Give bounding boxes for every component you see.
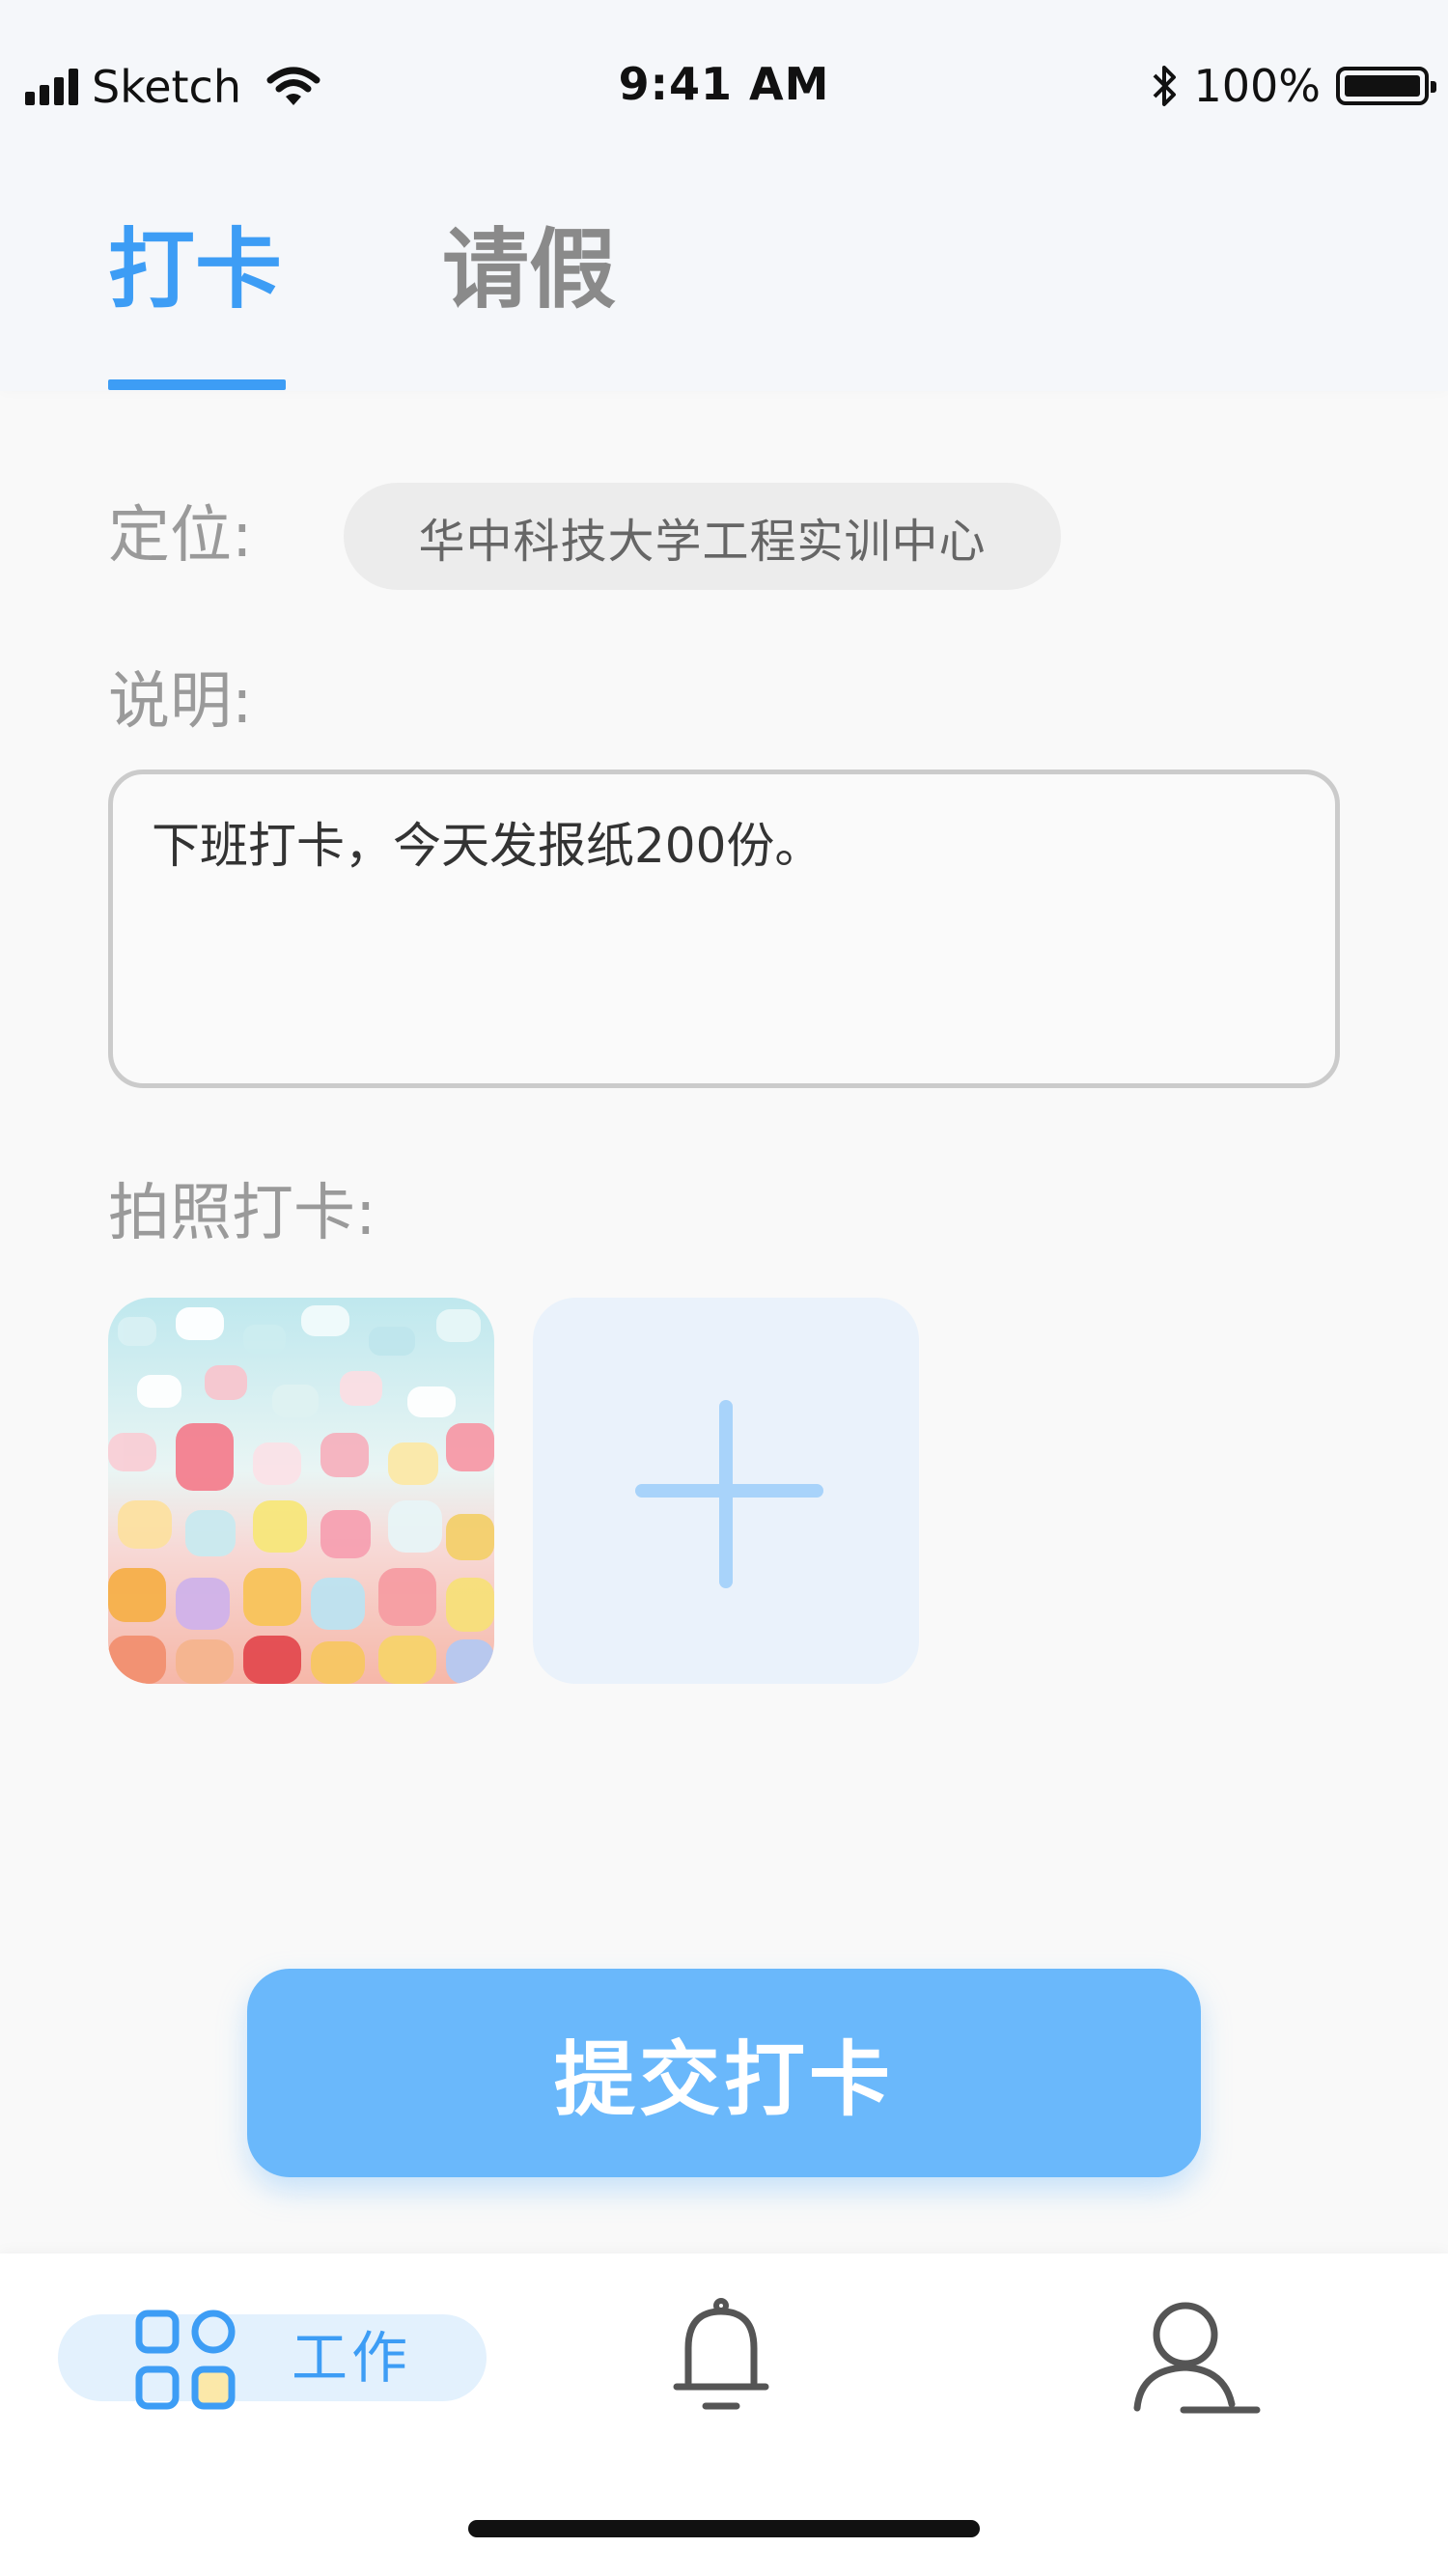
tab-leave[interactable]: 请假	[442, 212, 616, 328]
note-label: 说明:	[108, 666, 253, 738]
submit-clock-in-button[interactable]: 提交打卡	[247, 1969, 1201, 2177]
note-textarea[interactable]: 下班打卡，今天发报纸200份。	[108, 770, 1340, 1088]
battery-percent: 100%	[1193, 60, 1321, 112]
tab-work[interactable]	[58, 2314, 487, 2401]
active-tab-indicator	[108, 379, 286, 390]
tab-clock-in[interactable]: 打卡	[108, 212, 282, 328]
add-photo-button[interactable]	[533, 1298, 919, 1684]
user-icon[interactable]	[1131, 2300, 1267, 2418]
location-label: 定位:	[108, 500, 253, 572]
status-right: 100%	[1151, 58, 1436, 114]
tab-work-label: 工作	[292, 2325, 412, 2391]
bell-icon[interactable]	[671, 2298, 771, 2416]
photo-thumbnail[interactable]	[108, 1298, 494, 1684]
home-indicator	[468, 2520, 980, 2537]
battery-icon	[1336, 67, 1436, 105]
bluetooth-icon	[1154, 66, 1177, 106]
photo-label: 拍照打卡:	[108, 1178, 376, 1249]
status-bar: Sketch 9:41 AM 100%	[0, 0, 1448, 174]
grid-icon	[135, 2310, 236, 2410]
location-pill[interactable]: 华中科技大学工程实训中心	[344, 483, 1061, 590]
